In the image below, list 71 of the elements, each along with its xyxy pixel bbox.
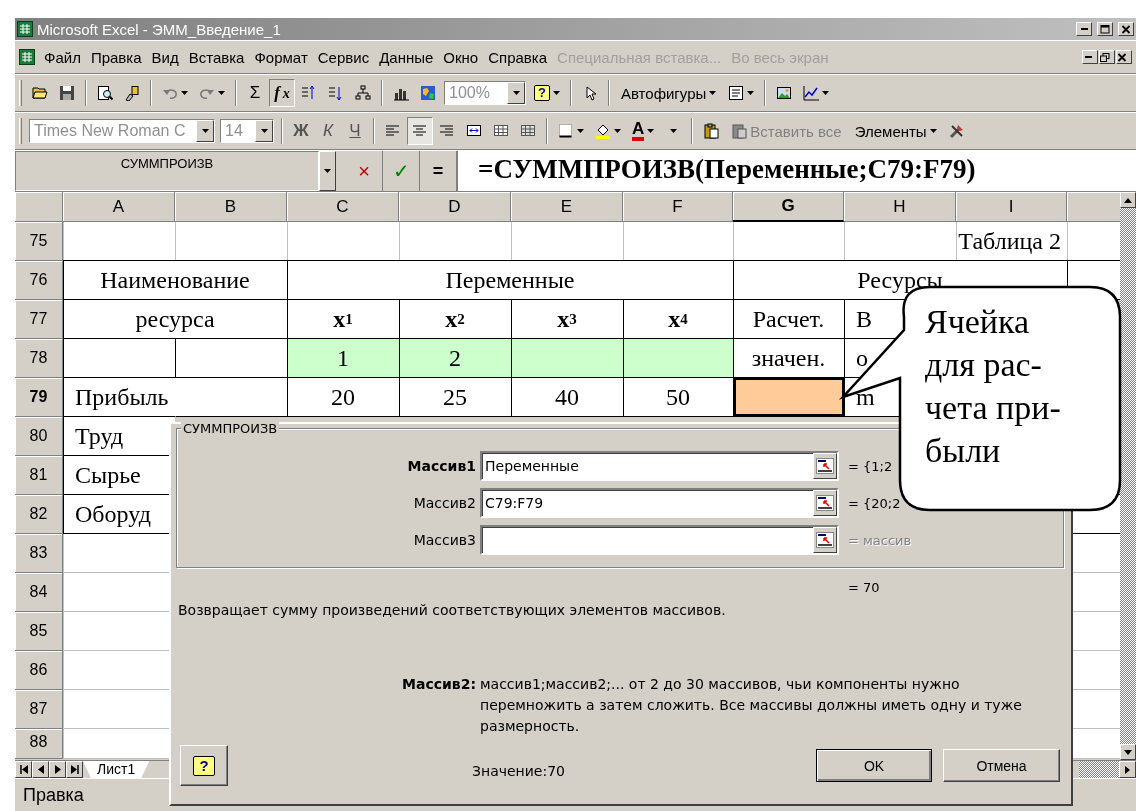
- column-header[interactable]: E: [511, 192, 623, 222]
- cell-text: Прибыль: [74, 383, 170, 412]
- row-header[interactable]: 85: [15, 612, 63, 651]
- sheet-tab[interactable]: Лист1: [83, 761, 150, 778]
- menu-item[interactable]: Вид: [146, 46, 184, 68]
- row-header[interactable]: 75: [15, 222, 63, 261]
- row-header[interactable]: 80: [15, 417, 63, 456]
- menu-item[interactable]: Справка: [483, 46, 553, 68]
- row-header[interactable]: 76: [15, 261, 63, 300]
- cancel-button[interactable]: Отмена: [943, 749, 1060, 782]
- menu-item[interactable]: Файл: [39, 46, 86, 68]
- row-header[interactable]: 86: [15, 651, 63, 690]
- field-label: Массив2: [412, 495, 476, 511]
- cell-text: 50: [665, 383, 691, 412]
- row-header[interactable]: 83: [15, 534, 63, 573]
- help-button[interactable]: ?: [180, 745, 228, 786]
- cell-text: значен.: [750, 344, 827, 373]
- row-header[interactable]: 87: [15, 690, 63, 729]
- row-header[interactable]: 82: [15, 495, 63, 534]
- cell-text: Расчет.: [751, 305, 826, 334]
- column-header[interactable]: D: [399, 192, 511, 222]
- row-header[interactable]: 79: [15, 378, 63, 417]
- result-text: = {20;2: [847, 495, 902, 511]
- cell-text: ресурса: [134, 305, 216, 334]
- menu-item[interactable]: Окно: [438, 46, 484, 68]
- cell-text: 2: [448, 344, 462, 373]
- name-box[interactable]: СУММПРОИЗВ: [15, 151, 319, 191]
- menu-item[interactable]: Вставка: [183, 46, 250, 68]
- column-header[interactable]: G: [733, 192, 844, 222]
- cell-text: Труд: [74, 422, 125, 451]
- cell-text: 40: [554, 383, 580, 412]
- cell-text: Оборуд: [74, 500, 152, 529]
- field-label: Массив1: [406, 458, 476, 474]
- column-header[interactable]: I: [956, 192, 1067, 222]
- argument-help-text: массив1;массив2;... от 2 до 30 массивов, чьи компоненты нужно перемножить а затем сложить. Все массивы должны иметь одну и туже размерность.: [480, 675, 1023, 736]
- description-text: Возвращает сумму произведений соответствующих элементов массивов.: [178, 602, 727, 618]
- menu-item[interactable]: Формат: [249, 46, 313, 68]
- row-header[interactable]: 77: [15, 300, 63, 339]
- column-header[interactable]: H: [844, 192, 956, 222]
- cell-text: Наименование: [99, 266, 251, 295]
- menu-item[interactable]: Правка: [85, 46, 147, 68]
- row-header[interactable]: 84: [15, 573, 63, 612]
- field-label: Массив3: [412, 532, 476, 548]
- cell-text: 20: [330, 383, 356, 412]
- window-title: Microsoft Excel - ЭММ_Введение_1: [37, 20, 281, 38]
- group-title: СУММПРОИЗВ: [181, 421, 280, 436]
- column-header[interactable]: A: [63, 192, 175, 222]
- argument-name: Массив2:: [401, 675, 476, 694]
- column-header[interactable]: C: [287, 192, 399, 222]
- callout-text: Ячейка для рас- чета при- были: [925, 302, 1061, 471]
- column-header[interactable]: F: [623, 192, 733, 222]
- cell-text: 25: [442, 383, 468, 412]
- result-text: = 70: [848, 580, 881, 596]
- result-text: = {1;2: [847, 458, 894, 474]
- cell-text: 1: [336, 344, 350, 373]
- result-text: = массив: [847, 532, 913, 548]
- status-text: Правка: [23, 784, 84, 806]
- cell-text: Таблица 2: [957, 227, 1062, 256]
- menu-item[interactable]: Сервис: [312, 46, 375, 68]
- input-field[interactable]: Переменные: [480, 451, 839, 481]
- formula-field[interactable]: =СУММПРОИЗВ(Переменные;C79:F79): [457, 151, 1136, 191]
- cell-text: Сырье: [74, 461, 142, 490]
- row-header[interactable]: 88: [15, 729, 63, 759]
- menu-item[interactable]: Данные: [374, 46, 439, 68]
- column-header[interactable]: B: [175, 192, 287, 222]
- row-header[interactable]: 78: [15, 339, 63, 378]
- ok-button[interactable]: OK: [816, 749, 932, 782]
- row-header[interactable]: 81: [15, 456, 63, 495]
- input-field[interactable]: C79:F79: [480, 488, 839, 518]
- value-text: Значение:70: [472, 761, 565, 779]
- cell-text: Переменные: [444, 266, 576, 295]
